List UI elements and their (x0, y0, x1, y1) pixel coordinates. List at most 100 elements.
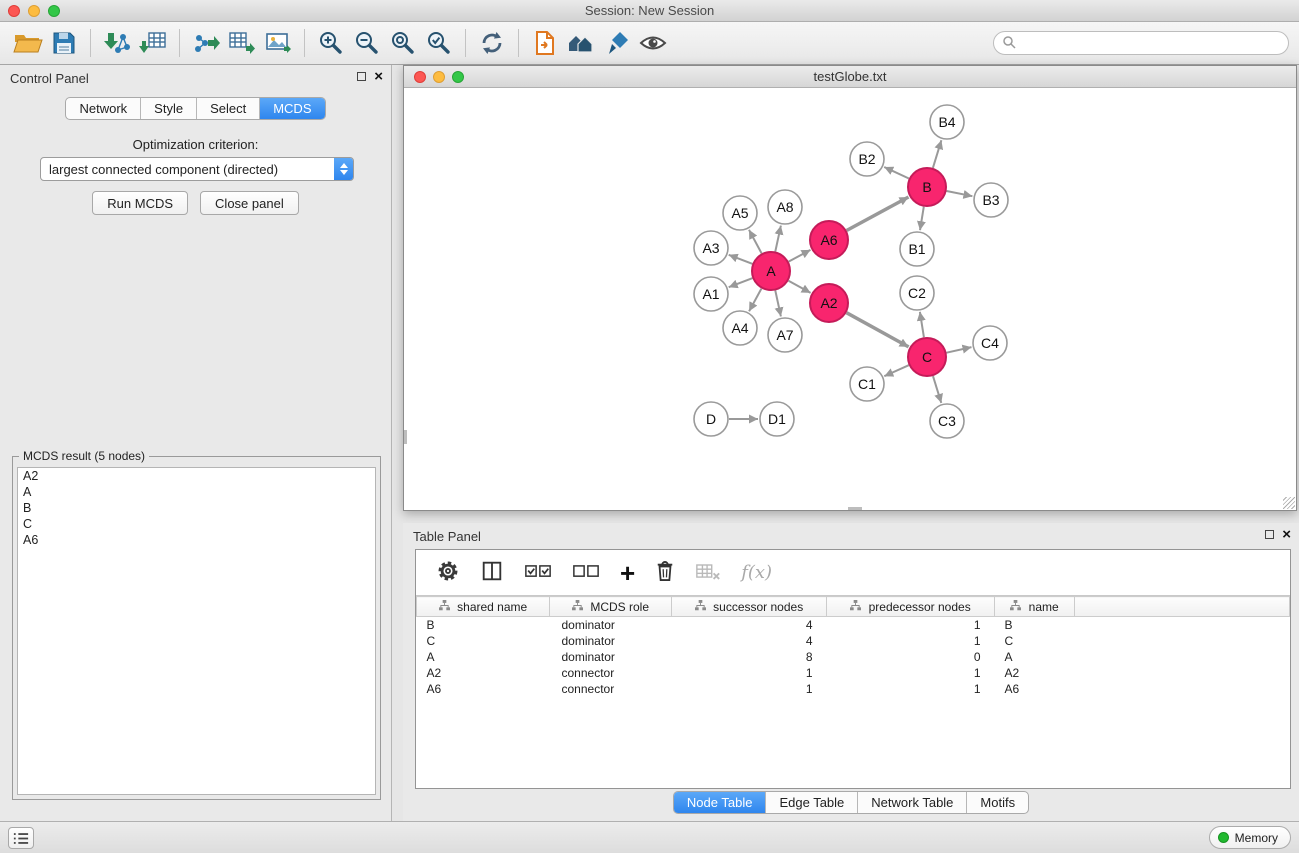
select-columns-icon[interactable] (480, 559, 504, 586)
tab-motifs[interactable]: Motifs (966, 792, 1028, 813)
eye-icon[interactable] (635, 26, 671, 60)
task-history-button[interactable] (8, 827, 34, 849)
table-cell[interactable]: A6 (417, 681, 550, 697)
column-header-name[interactable]: name (995, 597, 1075, 617)
graph-edge-C-C2[interactable] (920, 312, 924, 337)
table-cell[interactable]: B (995, 617, 1075, 633)
close-panel-icon[interactable]: × (1282, 529, 1291, 540)
export-network-icon[interactable] (188, 26, 224, 60)
table-cell[interactable]: dominator (550, 633, 672, 649)
table-cell[interactable]: C (417, 633, 550, 649)
tab-style[interactable]: Style (140, 98, 196, 119)
tab-select[interactable]: Select (196, 98, 259, 119)
table-cell[interactable]: 1 (672, 681, 827, 697)
table-cell[interactable]: connector (550, 681, 672, 697)
graph-edge-A-A7[interactable] (775, 291, 781, 317)
graph-edge-A6-B[interactable] (847, 197, 909, 231)
table-cell[interactable]: dominator (550, 617, 672, 633)
graph-edge-A-A5[interactable] (749, 230, 762, 254)
tab-edge-table[interactable]: Edge Table (765, 792, 857, 813)
tab-node-table[interactable]: Node Table (674, 792, 766, 813)
table-row[interactable]: A6connector11A6 (417, 681, 1290, 697)
graph-edge-C-C4[interactable] (947, 347, 972, 353)
graph-edge-B-B2[interactable] (884, 167, 909, 179)
table-cell[interactable]: A6 (995, 681, 1075, 697)
table-row[interactable]: Cdominator41C (417, 633, 1290, 649)
table-cell[interactable]: 4 (672, 633, 827, 649)
graph-edge-A2-C[interactable] (847, 313, 909, 347)
graph-edge-A-A2[interactable] (789, 281, 811, 293)
table-cell[interactable]: 1 (827, 617, 995, 633)
tab-network[interactable]: Network (66, 98, 140, 119)
table-row[interactable]: Bdominator41B (417, 617, 1290, 633)
mcds-result-item[interactable]: A (18, 484, 375, 500)
table-cell[interactable]: A2 (995, 665, 1075, 681)
memory-button[interactable]: Memory (1209, 826, 1291, 849)
gear-icon[interactable] (436, 559, 460, 586)
zoom-fit-icon[interactable] (385, 26, 421, 60)
table-cell[interactable]: connector (550, 665, 672, 681)
table-cell[interactable]: 4 (672, 617, 827, 633)
float-panel-icon[interactable] (1265, 530, 1274, 539)
close-panel-icon[interactable]: × (374, 71, 383, 82)
table-cell[interactable]: B (417, 617, 550, 633)
search-field[interactable] (993, 31, 1289, 55)
export-table-icon[interactable] (224, 26, 260, 60)
table-cell[interactable]: 0 (827, 649, 995, 665)
zoom-in-icon[interactable] (313, 26, 349, 60)
graph-edge-A-A6[interactable] (789, 250, 811, 262)
column-header-shared-name[interactable]: shared name (417, 597, 550, 617)
column-header-successor-nodes[interactable]: successor nodes (672, 597, 827, 617)
criterion-dropdown[interactable]: largest connected component (directed) (40, 157, 354, 181)
deselect-all-icon[interactable] (572, 563, 600, 583)
table-cell[interactable]: 1 (827, 665, 995, 681)
network-canvas[interactable]: B4B2BB3A5A8A6A3B1AA1C2A2A4A7CC4C1C3DD1 (404, 88, 1296, 510)
mcds-result-item[interactable]: B (18, 500, 375, 516)
mcds-result-item[interactable]: A2 (18, 468, 375, 484)
tab-mcds[interactable]: MCDS (259, 98, 324, 119)
save-session-icon[interactable] (46, 26, 82, 60)
graph-edge-A-A4[interactable] (749, 289, 761, 312)
table-cell[interactable]: A (417, 649, 550, 665)
mcds-result-item[interactable]: A6 (18, 532, 375, 548)
run-mcds-button[interactable]: Run MCDS (92, 191, 188, 215)
zoom-selected-icon[interactable] (421, 26, 457, 60)
network-graph[interactable]: B4B2BB3A5A8A6A3B1AA1C2A2A4A7CC4C1C3DD1 (404, 88, 1296, 510)
snapshot-icon[interactable] (527, 26, 563, 60)
export-image-icon[interactable] (260, 26, 296, 60)
graph-edge-B-B3[interactable] (947, 191, 973, 196)
network-overview-icon[interactable] (563, 26, 599, 60)
graph-edge-B-B1[interactable] (920, 207, 924, 231)
column-header-mcds-role[interactable]: MCDS role (550, 597, 672, 617)
table-cell[interactable]: A2 (417, 665, 550, 681)
table-cell[interactable]: C (995, 633, 1075, 649)
open-session-icon[interactable] (10, 26, 46, 60)
graph-edge-C-C1[interactable] (884, 365, 909, 376)
style-brush-icon[interactable] (599, 26, 635, 60)
import-table-icon[interactable] (135, 26, 171, 60)
table-cell[interactable]: A (995, 649, 1075, 665)
zoom-out-icon[interactable] (349, 26, 385, 60)
table-row[interactable]: A2connector11A2 (417, 665, 1290, 681)
table-row[interactable]: Adominator80A (417, 649, 1290, 665)
graph-edge-B-B4[interactable] (933, 140, 942, 168)
close-panel-button[interactable]: Close panel (200, 191, 299, 215)
column-header-predecessor-nodes[interactable]: predecessor nodes (827, 597, 995, 617)
search-input[interactable] (1021, 36, 1280, 51)
graph-edge-A-A3[interactable] (729, 255, 753, 264)
refresh-icon[interactable] (474, 26, 510, 60)
table-cell[interactable]: 1 (827, 633, 995, 649)
add-column-icon[interactable]: + (620, 563, 635, 583)
mcds-result-item[interactable]: C (18, 516, 375, 532)
graph-edge-C-C3[interactable] (933, 376, 941, 403)
tab-network-table[interactable]: Network Table (857, 792, 966, 813)
graph-edge-A-A8[interactable] (775, 226, 781, 252)
table-cell[interactable]: 1 (672, 665, 827, 681)
import-network-icon[interactable] (99, 26, 135, 60)
table-cell[interactable]: 1 (827, 681, 995, 697)
mcds-result-list[interactable]: A2ABCA6 (17, 467, 376, 795)
table-cell[interactable]: dominator (550, 649, 672, 665)
trash-icon[interactable] (655, 559, 675, 586)
float-panel-icon[interactable] (357, 72, 366, 81)
graph-edge-A-A1[interactable] (729, 278, 753, 287)
